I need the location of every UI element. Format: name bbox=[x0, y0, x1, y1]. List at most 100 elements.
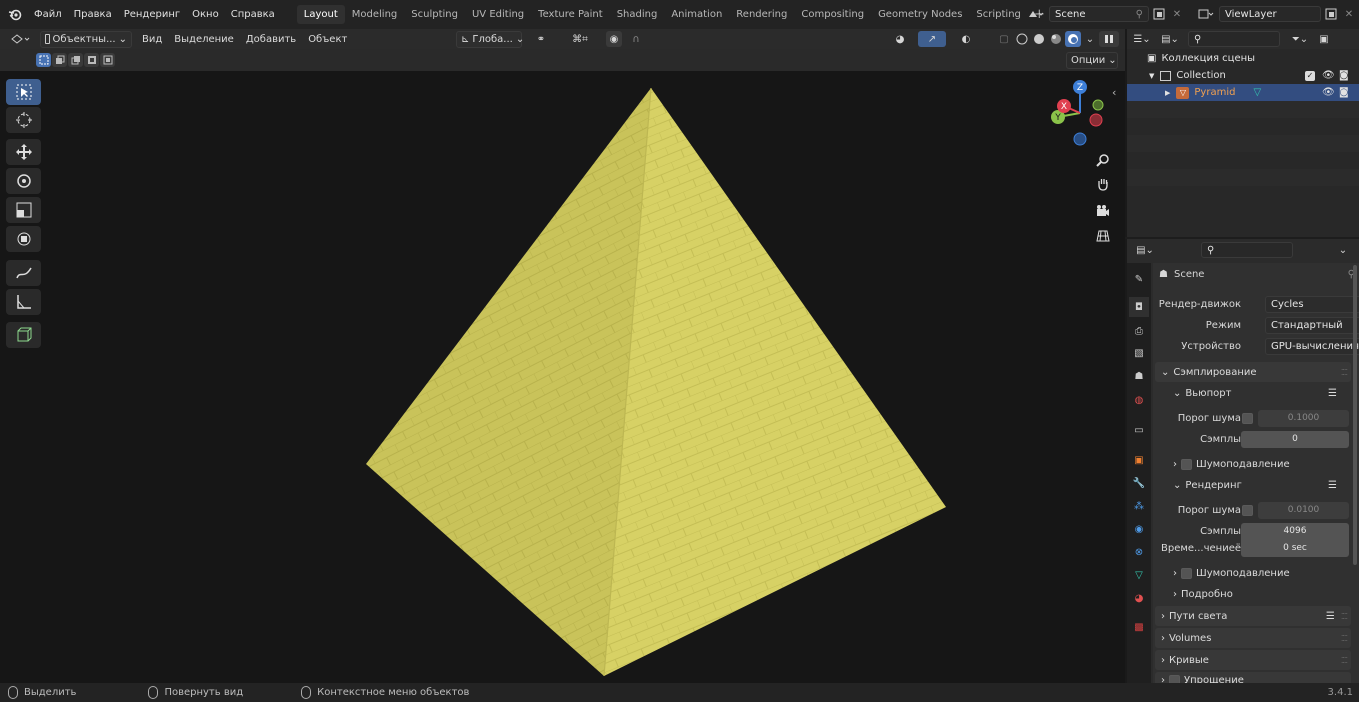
drag-handle-icon[interactable]: ⁚⁚⁚⁚ bbox=[1341, 634, 1348, 643]
time-limit-field[interactable]: 0 sec bbox=[1241, 539, 1349, 557]
material-shading-icon[interactable] bbox=[1048, 31, 1064, 47]
physics-tab-icon[interactable]: ◉ bbox=[1129, 519, 1149, 539]
select-box-tool[interactable] bbox=[6, 79, 41, 105]
collection-row[interactable]: ▼ Collection ✓ 👁 ◙ bbox=[1127, 67, 1359, 84]
material-tab-icon[interactable]: ◕ bbox=[1129, 588, 1149, 608]
view-layer-browse-icon[interactable] bbox=[1195, 6, 1217, 22]
properties-scrollbar[interactable] bbox=[1353, 265, 1357, 565]
viewport-denoise-subpanel[interactable]: › Шумоподавление bbox=[1167, 454, 1351, 474]
camera-view-icon[interactable] bbox=[1094, 202, 1112, 220]
wireframe-shading-icon[interactable] bbox=[1014, 31, 1030, 47]
pin-icon[interactable]: ⚲ bbox=[1136, 9, 1143, 20]
tab-layout[interactable]: Layout bbox=[296, 5, 345, 24]
gizmo-neg-z[interactable] bbox=[1073, 132, 1087, 146]
hand-pan-icon[interactable] bbox=[1094, 175, 1112, 193]
object-tab-icon[interactable]: ▣ bbox=[1129, 450, 1149, 470]
presets-list-icon[interactable]: ☰ bbox=[1326, 611, 1335, 622]
light-paths-panel[interactable]: › Пути света ☰ ⁚⁚⁚⁚ bbox=[1155, 606, 1351, 626]
menu-select[interactable]: Выделение bbox=[168, 32, 240, 47]
denoise-checkbox[interactable] bbox=[1181, 458, 1192, 470]
falloff-icon[interactable]: ∩ bbox=[624, 31, 648, 47]
tab-compositing[interactable]: Compositing bbox=[794, 5, 871, 24]
display-mode-icon[interactable]: ▤⌄ bbox=[1158, 31, 1182, 47]
mode-dropdown[interactable]: Объектны... ⌄ bbox=[40, 30, 132, 48]
tab-uv-editing[interactable]: UV Editing bbox=[465, 5, 531, 24]
eye-icon[interactable]: 👁 bbox=[1322, 70, 1335, 81]
scene-tab-icon[interactable]: ☗ bbox=[1129, 366, 1149, 386]
overlay-icon[interactable]: ◐ bbox=[954, 31, 978, 47]
collection-tab-icon[interactable]: ▭ bbox=[1129, 420, 1149, 440]
simplify-panel[interactable]: › Упрощение bbox=[1155, 672, 1351, 683]
drag-handle-icon[interactable]: ⁚⁚⁚⁚ bbox=[1341, 656, 1348, 665]
curves-panel[interactable]: › Кривые ⁚⁚⁚⁚ bbox=[1155, 650, 1351, 670]
render-noise-threshold-field[interactable]: 0.0100 bbox=[1258, 501, 1349, 519]
tab-scripting[interactable]: Scripting bbox=[969, 5, 1027, 24]
eye-icon[interactable]: 👁 bbox=[1322, 87, 1335, 98]
visibility-icon[interactable]: ◕ bbox=[888, 31, 912, 47]
transform-tool[interactable] bbox=[6, 226, 41, 252]
modifier-tab-icon[interactable]: 🔧 bbox=[1129, 473, 1149, 493]
render-samples-field[interactable]: 4096 bbox=[1241, 522, 1349, 540]
scale-tool[interactable] bbox=[6, 197, 41, 223]
denoise-checkbox[interactable] bbox=[1181, 567, 1192, 579]
tool-tab-icon[interactable]: ✎ bbox=[1129, 269, 1149, 289]
outliner-search-input[interactable]: ⚲ bbox=[1188, 31, 1280, 47]
proportional-edit-icon[interactable]: ◉ bbox=[606, 31, 622, 47]
blender-logo-icon[interactable] bbox=[6, 6, 24, 24]
perspective-grid-icon[interactable] bbox=[1094, 227, 1112, 245]
options-dropdown[interactable]: Опции ⌄ bbox=[1066, 51, 1118, 69]
feature-set-dropdown[interactable]: Стандартный⌄ bbox=[1265, 316, 1359, 334]
constraints-tab-icon[interactable]: ⊗ bbox=[1129, 542, 1149, 562]
properties-editor-type-icon[interactable]: ▤⌄ bbox=[1133, 242, 1157, 258]
render-tab-icon[interactable]: ◘ bbox=[1129, 297, 1149, 317]
zoom-icon[interactable] bbox=[1094, 151, 1112, 169]
move-tool[interactable] bbox=[6, 139, 41, 165]
presets-list-icon[interactable]: ☰ bbox=[1328, 388, 1337, 399]
object-row-pyramid[interactable]: ▶ ▽ Pyramid ▽ 👁 ◙ bbox=[1127, 84, 1359, 101]
drag-handle-icon[interactable]: ⁚⁚⁚⁚ bbox=[1341, 612, 1348, 621]
pyramid-mesh[interactable] bbox=[0, 71, 1125, 683]
pivot-point-icon[interactable]: ⚭ bbox=[530, 31, 552, 47]
menu-render[interactable]: Рендеринг bbox=[118, 6, 186, 23]
expand-arrow-icon[interactable]: ▼ bbox=[1149, 72, 1154, 80]
menu-object[interactable]: Объект bbox=[302, 32, 353, 47]
rotate-tool[interactable] bbox=[6, 168, 41, 194]
tab-geometry-nodes[interactable]: Geometry Nodes bbox=[871, 5, 969, 24]
tab-shading[interactable]: Shading bbox=[610, 5, 665, 24]
chevron-down-icon[interactable]: ⌄ bbox=[1335, 242, 1351, 258]
presets-list-icon[interactable]: ☰ bbox=[1328, 480, 1337, 491]
add-cube-tool[interactable] bbox=[6, 322, 41, 348]
exclude-checkbox[interactable]: ✓ bbox=[1305, 70, 1315, 81]
menu-edit[interactable]: Правка bbox=[68, 6, 118, 23]
advanced-subpanel[interactable]: › Подробно bbox=[1167, 584, 1351, 604]
snap-icon[interactable]: ⌘⌗ bbox=[558, 31, 602, 47]
filter-icon[interactable]: ⏷⌄ bbox=[1288, 31, 1312, 47]
mesh-data-icon[interactable]: ▽ bbox=[1253, 87, 1261, 98]
simplify-checkbox[interactable] bbox=[1169, 675, 1180, 683]
view-layer-name-field[interactable]: ViewLayer bbox=[1219, 6, 1321, 22]
cursor-tool[interactable] bbox=[6, 107, 41, 133]
tab-modeling[interactable]: Modeling bbox=[345, 5, 405, 24]
collapse-arrow-icon[interactable]: ‹ bbox=[1112, 86, 1116, 99]
output-tab-icon[interactable]: ⎙ bbox=[1129, 321, 1149, 341]
viewport-subpanel-header[interactable]: ⌄ Вьюпорт ☰ bbox=[1167, 383, 1351, 403]
tab-sculpting[interactable]: Sculpting bbox=[404, 5, 465, 24]
delete-scene-icon[interactable]: ✕ bbox=[1169, 6, 1185, 22]
data-tab-icon[interactable]: ▽ bbox=[1129, 565, 1149, 585]
viewport-samples-field[interactable]: 0 bbox=[1241, 430, 1349, 448]
new-scene-icon[interactable] bbox=[1151, 6, 1167, 22]
world-tab-icon[interactable]: ◍ bbox=[1129, 390, 1149, 410]
xray-icon[interactable]: ▢ bbox=[996, 31, 1012, 47]
view-layer-tab-icon[interactable]: ▧ bbox=[1129, 343, 1149, 363]
properties-search-input[interactable]: ⚲ bbox=[1201, 242, 1293, 258]
scene-name-field[interactable]: Scene ⚲ bbox=[1049, 6, 1149, 22]
render-denoise-subpanel[interactable]: › Шумоподавление bbox=[1167, 563, 1351, 583]
new-view-layer-icon[interactable] bbox=[1323, 6, 1339, 22]
render-engine-dropdown[interactable]: Cycles⌄ bbox=[1265, 295, 1359, 313]
menu-view[interactable]: Вид bbox=[136, 32, 168, 47]
measure-tool[interactable] bbox=[6, 289, 41, 315]
solid-shading-icon[interactable] bbox=[1031, 31, 1047, 47]
select-invert-icon[interactable] bbox=[84, 53, 99, 67]
menu-file[interactable]: Файл bbox=[28, 6, 68, 23]
rendered-shading-icon[interactable] bbox=[1065, 31, 1081, 47]
